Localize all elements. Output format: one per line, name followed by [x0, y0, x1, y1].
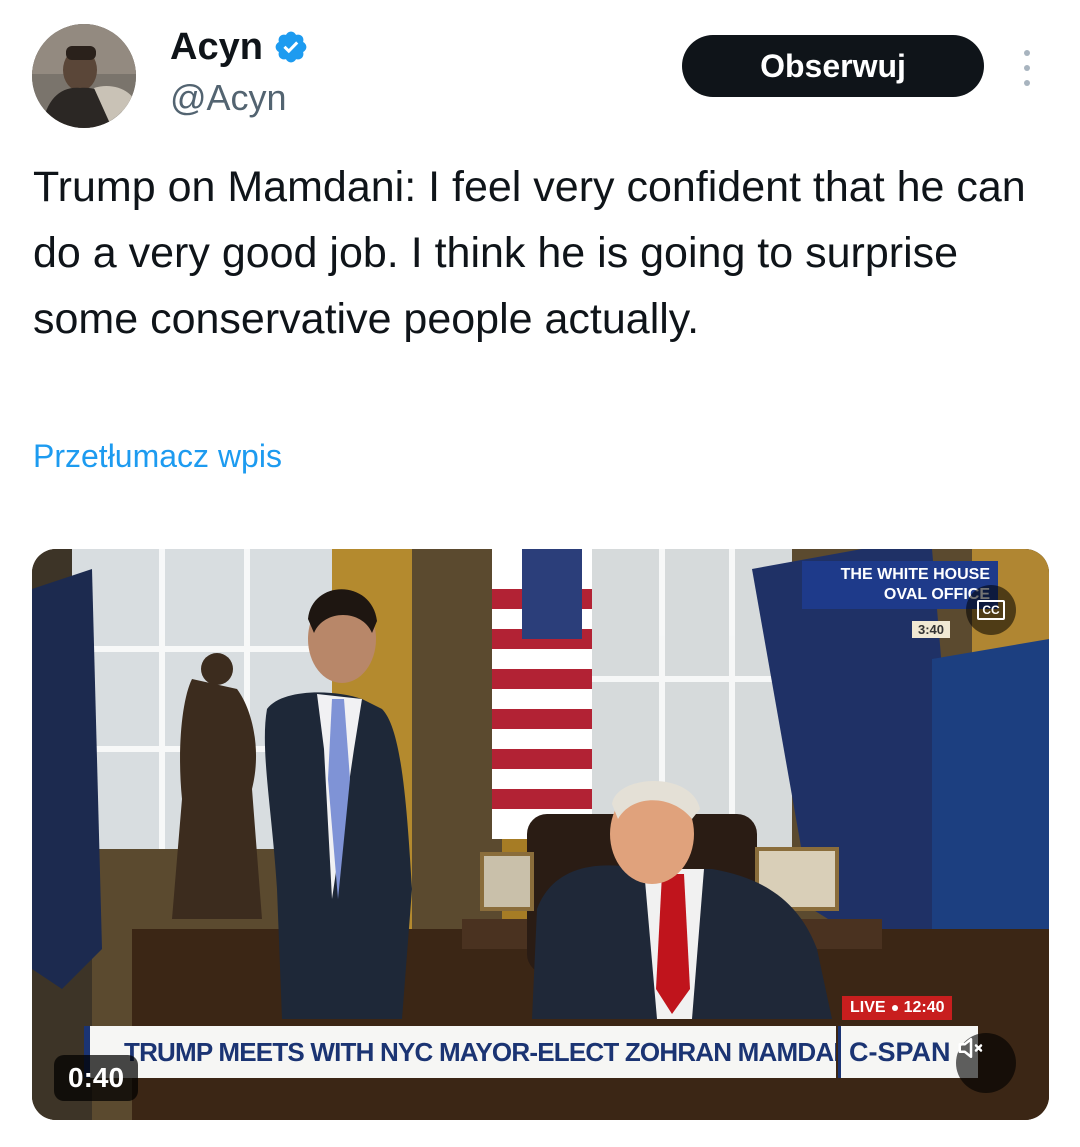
more-dot [1024, 80, 1030, 86]
video-duration: 0:40 [54, 1055, 139, 1101]
live-dot [891, 1005, 898, 1011]
follow-button[interactable]: Obserwuj [682, 35, 984, 97]
more-vertical-icon[interactable] [1012, 46, 1042, 90]
location-line1: THE WHITE HOUSE [840, 566, 990, 583]
news-chyron: TRUMP MEETS WITH NYC MAYOR-ELECT ZOHRAN … [84, 1026, 836, 1078]
more-dot [1024, 50, 1030, 56]
more-dot [1024, 65, 1030, 71]
live-time: 12:40 [903, 999, 945, 1016]
author-name-row[interactable]: Acyn [170, 24, 309, 70]
avatar[interactable] [32, 24, 136, 128]
location-line2: OVAL OFFICE [883, 586, 990, 603]
verified-badge-icon [275, 31, 307, 63]
live-badge: LIVE 12:40 [842, 996, 953, 1020]
location-time: 3:40 [912, 621, 951, 638]
translate-link[interactable]: Przetłumacz wpis [33, 436, 282, 476]
tweet-text: Trump on Mamdani: I feel very confident … [33, 163, 1026, 343]
avatar-photo [32, 24, 136, 128]
video-player[interactable]: THE WHITE HOUSE OVAL OFFICE 3:40 CC LIVE… [32, 549, 1049, 1120]
author-handle[interactable]: @Acyn [170, 76, 287, 120]
closed-captions-icon: CC [977, 600, 1005, 620]
live-label: LIVE [850, 999, 886, 1016]
speaker-muted-icon [958, 1038, 983, 1058]
author-name[interactable]: Acyn [170, 24, 263, 70]
mute-button[interactable] [956, 1033, 1016, 1093]
closed-captions-button[interactable]: CC [966, 585, 1016, 635]
